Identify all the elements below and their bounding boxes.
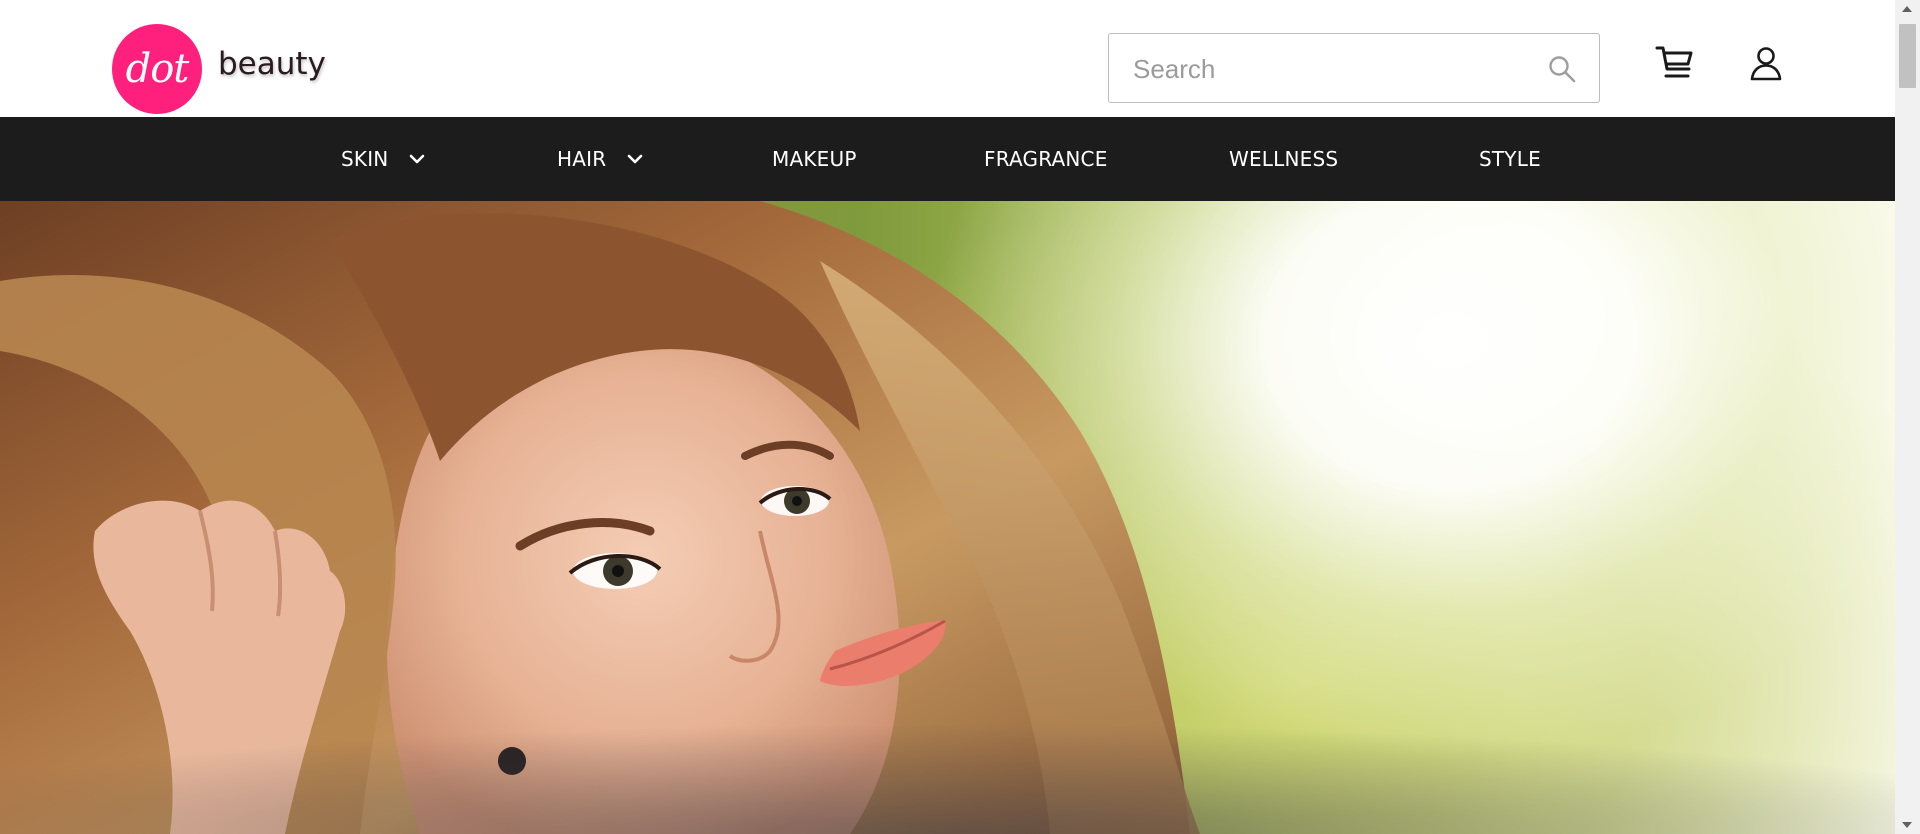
nav-item-wellness[interactable]: WELLNESS: [1229, 117, 1338, 201]
nav-item-makeup[interactable]: MAKEUP: [772, 117, 857, 201]
nav-item-label: WELLNESS: [1229, 147, 1339, 171]
cart-icon[interactable]: [1655, 45, 1695, 81]
hero-illustration: [0, 201, 1895, 834]
scrollbar-thumb[interactable]: [1899, 24, 1916, 88]
logo-mark-text: dot: [125, 46, 190, 92]
search-box: [1108, 33, 1600, 104]
nav-item-label: FRAGRANCE: [984, 147, 1108, 171]
main-nav: SKIN HAIR MAKEUP FRAGRANCE WELLNESS STYL…: [0, 117, 1895, 201]
nav-item-hair[interactable]: HAIR: [557, 117, 644, 201]
nav-item-label: SKIN: [341, 147, 389, 171]
hero-portrait-image: [0, 201, 1895, 834]
site-logo[interactable]: dot beauty: [112, 24, 326, 114]
nav-item-style[interactable]: STYLE: [1479, 117, 1541, 201]
search-icon[interactable]: [1547, 54, 1577, 84]
nav-item-fragrance[interactable]: FRAGRANCE: [984, 117, 1108, 201]
chevron-down-icon: [410, 154, 425, 164]
logo-mark: dot: [112, 24, 202, 114]
nav-item-label: MAKEUP: [772, 147, 857, 171]
chevron-down-icon: [628, 154, 643, 164]
nav-item-label: HAIR: [557, 147, 607, 171]
page: dot beauty SKIN: [0, 0, 1920, 834]
nav-item-skin[interactable]: SKIN: [341, 117, 426, 201]
user-icon[interactable]: [1748, 46, 1784, 82]
scroll-down-arrow-icon[interactable]: [1902, 822, 1912, 828]
search-input[interactable]: [1131, 34, 1535, 104]
page-scrollbar[interactable]: [1895, 0, 1920, 834]
scroll-up-arrow-icon[interactable]: [1902, 6, 1912, 12]
site-header: dot beauty: [0, 0, 1895, 117]
logo-wordmark: beauty: [218, 46, 326, 82]
nav-item-label: STYLE: [1479, 147, 1541, 171]
